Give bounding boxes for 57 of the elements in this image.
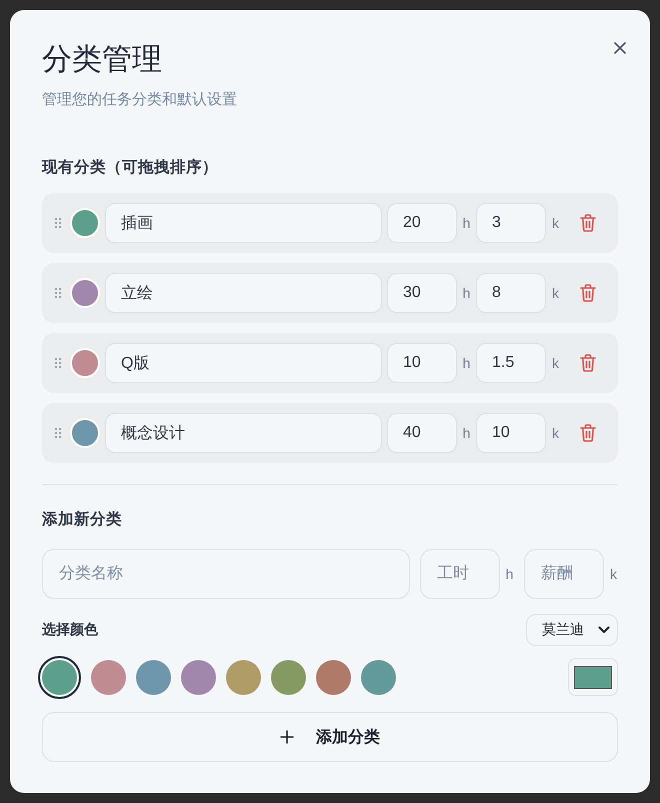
color-preview-icon [574,666,612,688]
trash-icon[interactable] [580,424,596,442]
color-swatch-icon[interactable] [38,656,81,698]
color-swatch-icon[interactable] [316,660,351,694]
unit-label: k [551,215,560,231]
section-heading: 添加新分类 [42,510,123,530]
trash-icon[interactable] [580,354,596,372]
unit-label: k [551,425,560,441]
section-heading: 现有分类（可拖拽排序） [42,158,219,178]
unit-label: k [551,285,560,301]
unit-label: h [505,566,514,582]
trash-icon[interactable] [580,214,596,232]
color-swatch-icon[interactable] [136,660,171,694]
color-dot-icon[interactable] [70,208,100,238]
pay-input[interactable]: 3 [476,203,546,243]
drag-handle-icon[interactable] [55,428,61,438]
drag-handle-icon[interactable] [55,288,61,298]
color-picker-button[interactable] [568,658,618,696]
pay-input[interactable]: 1.5 [476,343,546,383]
unit-label: h [462,215,471,231]
hours-input[interactable]: 30 [387,273,457,313]
plus-icon [280,730,294,744]
add-category-button[interactable]: 添加分类 [42,712,618,762]
color-swatch-icon[interactable] [271,660,306,694]
color-swatch-icon[interactable] [361,660,396,694]
trash-icon[interactable] [580,284,596,302]
color-dot-icon[interactable] [70,278,100,308]
name-input[interactable]: Q版 [105,343,382,383]
unit-label: k [609,566,618,582]
chevron-down-icon [598,626,610,634]
color-swatch-icon[interactable] [181,660,216,694]
hours-input[interactable]: 40 [387,413,457,453]
unit-label: k [551,355,560,371]
pay-input[interactable]: 8 [476,273,546,313]
name-input[interactable]: 分类名称 [42,549,410,599]
color-dot-icon[interactable] [70,418,100,448]
unit-label: h [462,425,471,441]
palette-select[interactable]: 莫兰迪 [526,614,618,646]
dialog-title: 分类管理 [42,42,163,78]
hours-input[interactable]: 20 [387,203,457,243]
unit-label: h [462,285,471,301]
dialog-subtitle: 管理您的任务分类和默认设置 [42,90,238,110]
unit-label: h [462,355,471,371]
hours-input[interactable]: 工时 [420,549,500,599]
name-input[interactable]: 概念设计 [105,413,382,453]
color-swatch-icon[interactable] [91,660,126,694]
pay-input[interactable]: 薪酬 [524,549,604,599]
name-input[interactable]: 插画 [105,203,382,243]
color-dot-icon[interactable] [70,348,100,378]
pay-input[interactable]: 10 [476,413,546,453]
drag-handle-icon[interactable] [55,218,61,228]
hours-input[interactable]: 10 [387,343,457,383]
close-icon[interactable] [614,42,626,54]
name-input[interactable]: 立绘 [105,273,382,313]
color-swatch-icon[interactable] [226,660,261,694]
color-label: 选择颜色 [42,621,98,639]
drag-handle-icon[interactable] [55,358,61,368]
